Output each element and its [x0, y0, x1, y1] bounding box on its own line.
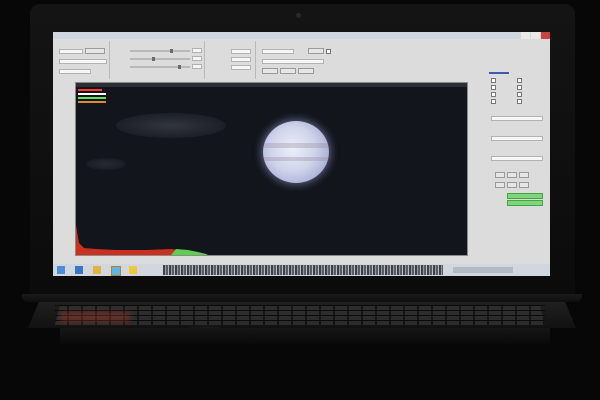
- capture-button[interactable]: [308, 48, 324, 54]
- side-button-6[interactable]: [519, 182, 529, 188]
- cloud-band-south: [263, 157, 329, 161]
- stop-capture-button[interactable]: [280, 68, 296, 74]
- minimize-button[interactable]: [521, 32, 530, 39]
- live-preview-viewer[interactable]: [75, 82, 468, 256]
- system-tray[interactable]: [453, 267, 513, 273]
- app-icon[interactable]: [129, 266, 137, 274]
- gain-slider[interactable]: [130, 57, 190, 61]
- stats-orange-bar: [78, 101, 106, 103]
- histogram: [76, 225, 208, 255]
- capture-group: [258, 41, 348, 79]
- gain-value[interactable]: [192, 56, 202, 61]
- status-group: [207, 41, 256, 79]
- palm-rest: [60, 328, 550, 344]
- camera-group: [57, 41, 110, 79]
- screen-reflection-red: [60, 312, 130, 322]
- pause-capture-button[interactable]: [298, 68, 314, 74]
- option-checkbox[interactable]: [326, 49, 331, 54]
- stats-green-bar: [78, 97, 106, 99]
- gain-slider-knob[interactable]: [152, 57, 155, 61]
- side-button-2[interactable]: [507, 172, 517, 178]
- explorer-icon[interactable]: [75, 266, 83, 274]
- side-option-field-2[interactable]: [491, 136, 543, 141]
- side-button-3[interactable]: [519, 172, 529, 178]
- status-time: [231, 65, 251, 70]
- start-capture-button[interactable]: [262, 68, 278, 74]
- status-fps: [231, 49, 251, 54]
- exposure-value[interactable]: [192, 48, 202, 53]
- capture-app-icon[interactable]: [111, 266, 121, 276]
- side-button-5[interactable]: [507, 182, 517, 188]
- green-action-button-1[interactable]: [507, 193, 543, 199]
- histogram-red-channel: [76, 225, 191, 255]
- green-action-button-2[interactable]: [507, 200, 543, 206]
- capture-format-select[interactable]: [262, 49, 294, 54]
- camera-mode-field[interactable]: [59, 69, 91, 74]
- exposure-slider[interactable]: [130, 49, 190, 53]
- option-checkbox-1[interactable]: [491, 78, 496, 83]
- camera-option-field[interactable]: [59, 59, 107, 64]
- start-icon[interactable]: [57, 266, 65, 274]
- window-titlebar: [53, 32, 550, 39]
- option-checkbox-2[interactable]: [491, 85, 496, 90]
- option-checkbox-7[interactable]: [517, 92, 522, 97]
- camera-select[interactable]: [59, 49, 83, 54]
- jupiter-planet: [263, 121, 329, 183]
- windows-taskbar: [53, 264, 550, 276]
- viewer-toolbar: [76, 83, 467, 87]
- laptop-hinge: [22, 294, 582, 302]
- histogram-green-channel: [171, 249, 208, 255]
- gamma-value[interactable]: [192, 64, 202, 69]
- option-checkbox-8[interactable]: [517, 99, 522, 104]
- status-frames: [231, 57, 251, 62]
- atmospheric-haze: [116, 113, 226, 138]
- side-button-1[interactable]: [495, 172, 505, 178]
- capture-path-field[interactable]: [262, 59, 324, 64]
- atmospheric-haze-small: [86, 158, 126, 170]
- gamma-slider[interactable]: [130, 65, 190, 69]
- side-option-field-1[interactable]: [491, 116, 543, 121]
- exposure-slider-knob[interactable]: [170, 49, 173, 53]
- webcam: [296, 13, 301, 18]
- stats-red-bar: [78, 89, 102, 91]
- control-group: [112, 41, 205, 79]
- option-checkbox-5[interactable]: [517, 78, 522, 83]
- camera-button[interactable]: [85, 48, 105, 54]
- option-checkbox-6[interactable]: [517, 85, 522, 90]
- close-button[interactable]: [541, 32, 550, 39]
- option-checkbox-3[interactable]: [491, 92, 496, 97]
- maximize-button[interactable]: [531, 32, 540, 39]
- options-section-heading: [489, 72, 509, 74]
- taskbar-reflection-strip: [163, 265, 443, 275]
- capture-controls-panel: [57, 41, 397, 79]
- option-checkbox-4[interactable]: [491, 99, 496, 104]
- channel-stats-overlay: [78, 88, 106, 103]
- options-side-panel: [489, 72, 547, 232]
- folder-icon[interactable]: [93, 266, 101, 274]
- side-option-field-3[interactable]: [491, 156, 543, 161]
- gamma-slider-knob[interactable]: [178, 65, 181, 69]
- side-button-4[interactable]: [495, 182, 505, 188]
- stats-white-bar: [78, 93, 106, 95]
- cloud-band-north: [263, 143, 329, 148]
- laptop-screen: [53, 32, 550, 276]
